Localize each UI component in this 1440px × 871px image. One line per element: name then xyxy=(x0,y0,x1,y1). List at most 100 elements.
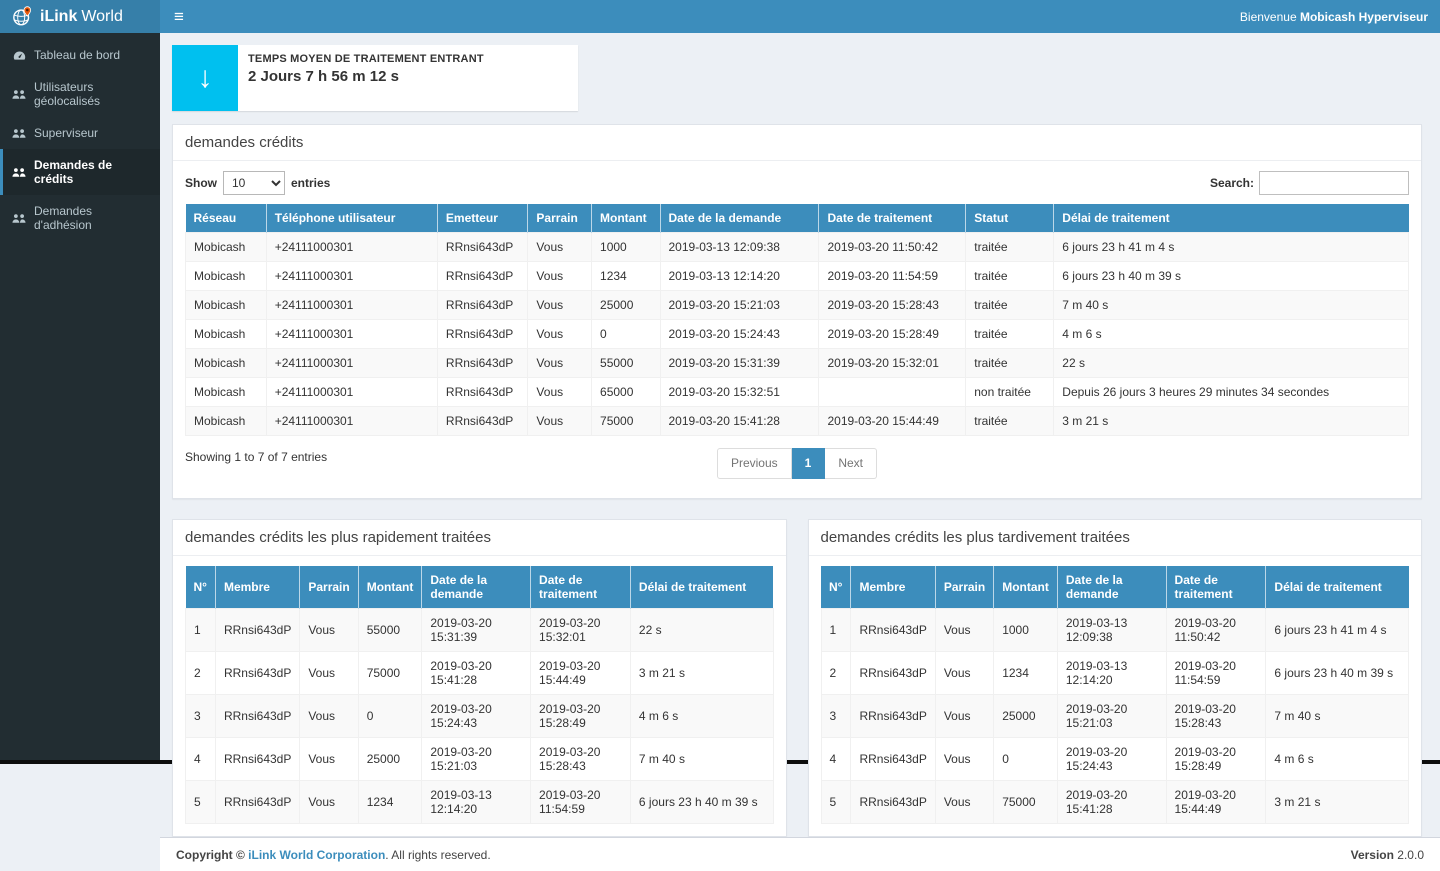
table-cell: RRnsi643dP xyxy=(437,349,528,378)
table-cell: 2019-03-20 15:21:03 xyxy=(422,738,531,781)
column-header: Parrain xyxy=(528,204,592,233)
table-cell: RRnsi643dP xyxy=(437,262,528,291)
table-cell: 25000 xyxy=(994,695,1058,738)
panel-rapidement-traitees: demandes crédits les plus rapidement tra… xyxy=(172,519,787,837)
table-cell: 2019-03-20 15:21:03 xyxy=(1057,695,1166,738)
table-row: 5RRnsi643dPVous12342019-03-13 12:14:2020… xyxy=(186,781,774,824)
entries-label: entries xyxy=(291,176,330,190)
table-row: 2RRnsi643dPVous12342019-03-13 12:14:2020… xyxy=(821,652,1409,695)
table-cell: 1234 xyxy=(358,781,422,824)
column-header: Délai de traitement xyxy=(630,566,773,609)
column-header: Date de traitement xyxy=(531,566,631,609)
table-cell: 2019-03-20 11:54:59 xyxy=(1166,652,1266,695)
globe-pin-icon xyxy=(12,6,33,27)
table-row: 2RRnsi643dPVous750002019-03-20 15:41:282… xyxy=(186,652,774,695)
table-cell: 25000 xyxy=(592,291,660,320)
page-length-control: Show 10 entries xyxy=(185,171,330,195)
table-cell: Mobicash xyxy=(186,291,267,320)
table-cell: 55000 xyxy=(358,609,422,652)
table-cell: 22 s xyxy=(1054,349,1409,378)
rapidement-traitees-table: N°MembreParrainMontantDate de la demande… xyxy=(185,566,774,824)
column-header: N° xyxy=(821,566,851,609)
tardivement-traitees-table: N°MembreParrainMontantDate de la demande… xyxy=(821,566,1410,824)
table-cell: Vous xyxy=(528,233,592,262)
table-cell: 3 m 21 s xyxy=(630,652,773,695)
pagination-next-button[interactable]: Next xyxy=(825,448,877,479)
table-row: 1RRnsi643dPVous10002019-03-13 12:09:3820… xyxy=(821,609,1409,652)
column-header: Date de la demande xyxy=(1057,566,1166,609)
table-cell: Vous xyxy=(528,407,592,436)
sidebar-item-label: Superviseur xyxy=(34,126,98,140)
table-cell: 2019-03-20 15:41:28 xyxy=(422,652,531,695)
table-cell: 1000 xyxy=(994,609,1058,652)
table-cell: 2019-03-20 11:54:59 xyxy=(819,262,966,291)
table-cell: 2019-03-20 15:31:39 xyxy=(422,609,531,652)
user-menu[interactable]: Bienvenue Mobicash Hyperviseur xyxy=(1240,10,1440,24)
table-row: Mobicash+24111000301RRnsi643dPVous02019-… xyxy=(186,320,1409,349)
sidebar-item-demandes-de-credits[interactable]: Demandes de crédits xyxy=(0,149,160,195)
table-cell: traitée xyxy=(966,291,1054,320)
table-cell: RRnsi643dP xyxy=(851,781,935,824)
table-cell: +24111000301 xyxy=(266,407,437,436)
table-cell: 6 jours 23 h 41 m 4 s xyxy=(1266,609,1409,652)
table-cell: 0 xyxy=(592,320,660,349)
table-cell: 7 m 40 s xyxy=(1054,291,1409,320)
panel-title: demandes crédits les plus tardivement tr… xyxy=(809,520,1422,556)
table-cell: Mobicash xyxy=(186,233,267,262)
table-cell: 25000 xyxy=(358,738,422,781)
app-logo[interactable]: iLinkWorld xyxy=(0,0,160,33)
pagination-page-1-button[interactable]: 1 xyxy=(792,448,826,479)
column-header: Date de la demande xyxy=(660,204,819,233)
table-cell xyxy=(819,378,966,407)
table-cell: 2019-03-20 15:28:43 xyxy=(1166,695,1266,738)
column-header: Emetteur xyxy=(437,204,528,233)
table-cell: RRnsi643dP xyxy=(215,652,299,695)
table-cell: 75000 xyxy=(592,407,660,436)
table-cell: 2019-03-13 12:09:38 xyxy=(660,233,819,262)
table-cell: +24111000301 xyxy=(266,320,437,349)
table-cell: RRnsi643dP xyxy=(215,609,299,652)
panel-title: demandes crédits xyxy=(173,125,1421,161)
table-cell: 7 m 40 s xyxy=(1266,695,1409,738)
table-cell: 2019-03-20 15:28:49 xyxy=(531,695,631,738)
table-cell: traitée xyxy=(966,233,1054,262)
stat-card-value: 2 Jours 7 h 56 m 12 s xyxy=(248,68,484,85)
table-row: Mobicash+24111000301RRnsi643dPVous550002… xyxy=(186,349,1409,378)
table-cell: Vous xyxy=(528,320,592,349)
pagination-previous-button[interactable]: Previous xyxy=(717,448,792,479)
page-length-select[interactable]: 10 xyxy=(223,171,285,195)
sidebar-item-superviseur[interactable]: Superviseur xyxy=(0,117,160,149)
column-header: Montant xyxy=(358,566,422,609)
table-cell: 2019-03-20 15:28:43 xyxy=(819,291,966,320)
hamburger-icon[interactable]: ≡ xyxy=(160,0,198,33)
table-cell: Mobicash xyxy=(186,349,267,378)
column-header: Date de la demande xyxy=(422,566,531,609)
table-cell: Vous xyxy=(935,609,993,652)
copyright-text: Copyright © iLink World Corporation. All… xyxy=(176,848,491,862)
table-row: 3RRnsi643dPVous02019-03-20 15:24:432019-… xyxy=(186,695,774,738)
table-cell: 2 xyxy=(186,652,216,695)
table-cell: 5 xyxy=(186,781,216,824)
sidebar-item-tableau-de-bord[interactable]: Tableau de bord xyxy=(0,39,160,71)
table-cell: 2019-03-13 12:14:20 xyxy=(660,262,819,291)
navbar: ≡ Bienvenue Mobicash Hyperviseur xyxy=(160,0,1440,33)
panel-demandes-credits: demandes crédits Show 10 entries xyxy=(172,124,1422,499)
table-cell: 55000 xyxy=(592,349,660,378)
table-cell: 2019-03-20 15:32:51 xyxy=(660,378,819,407)
table-cell: 2019-03-20 15:28:49 xyxy=(819,320,966,349)
table-cell: RRnsi643dP xyxy=(851,695,935,738)
table-cell: +24111000301 xyxy=(266,262,437,291)
brand-name: iLinkWorld xyxy=(40,8,123,26)
company-link[interactable]: iLink World Corporation xyxy=(248,848,385,862)
table-cell: 3 xyxy=(186,695,216,738)
column-header: Parrain xyxy=(300,566,358,609)
table-cell: 2019-03-20 15:44:49 xyxy=(1166,781,1266,824)
table-cell: Vous xyxy=(528,262,592,291)
table-cell: 2019-03-20 11:54:59 xyxy=(531,781,631,824)
search-input[interactable] xyxy=(1259,171,1409,195)
table-cell: 2 xyxy=(821,652,851,695)
sidebar-item-demandes-adhesion[interactable]: Demandes d'adhésion xyxy=(0,195,160,241)
sidebar: Tableau de bord Utilisateurs géolocalisé… xyxy=(0,33,160,760)
sidebar-item-utilisateurs-geolocalises[interactable]: Utilisateurs géolocalisés xyxy=(0,71,160,117)
table-cell: 1234 xyxy=(994,652,1058,695)
